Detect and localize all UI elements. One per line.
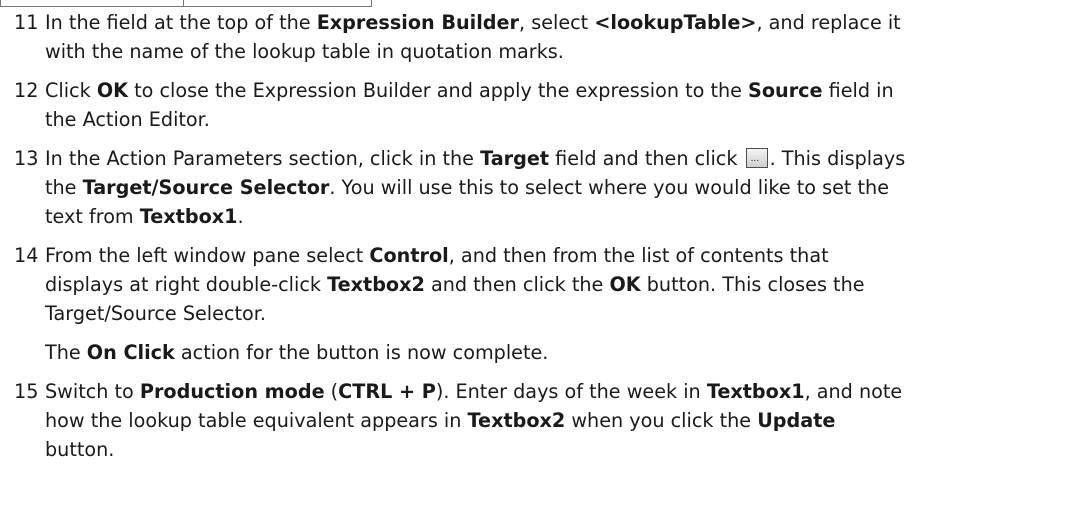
text-run: ). Enter days of the week in xyxy=(435,380,707,403)
step-text: In the Action Parameters section, click … xyxy=(45,144,1064,231)
text-run: In the Action Parameters section, click … xyxy=(45,147,481,170)
step-number: 12 xyxy=(14,79,39,102)
table-border-tick xyxy=(0,0,1,6)
step-text: Click OK to close the Expression Builder… xyxy=(45,76,1064,134)
text-run: action for the button is now complete. xyxy=(174,341,549,364)
bold-term: Textbox1 xyxy=(706,380,805,403)
bold-term: Production mode xyxy=(139,380,325,403)
step-item: 12 Click OK to close the Expression Build… xyxy=(14,76,1064,134)
text-run: to close the Expression Builder and appl… xyxy=(128,79,749,102)
bold-term: Control xyxy=(369,244,449,267)
text-run: Click xyxy=(45,79,97,102)
text-run: button. xyxy=(45,438,115,461)
bold-term: Textbox1 xyxy=(139,205,238,228)
ellipsis-label: ... xyxy=(750,154,760,164)
bold-term: On Click xyxy=(86,341,175,364)
bold-term: Textbox2 xyxy=(467,409,566,432)
bold-term: CTRL + P xyxy=(338,380,436,403)
table-border-tick xyxy=(371,0,372,6)
text-run: From the left window pane select xyxy=(45,244,370,267)
bold-term: Target xyxy=(480,147,550,170)
bold-term: OK xyxy=(609,273,641,296)
step-item: 15 Switch to Production mode (CTRL + P). … xyxy=(14,377,1064,464)
step-text: From the left window pane select Control… xyxy=(45,241,1064,328)
step-number: 13 xyxy=(14,147,39,170)
text-run: Switch to xyxy=(45,380,140,403)
instruction-steps: 11 In the field at the top of the Express… xyxy=(14,8,1064,474)
bold-term: OK xyxy=(96,79,129,102)
ellipsis-button-icon: ... xyxy=(745,148,768,168)
bold-term: Update xyxy=(757,409,836,432)
step-number: 14 xyxy=(14,244,39,267)
step-item: 14 From the left window pane select Contr… xyxy=(14,241,1064,328)
step-note: The On Click action for the button is no… xyxy=(45,338,1064,367)
bold-term: <lookupTable> xyxy=(594,11,757,34)
step-text: Switch to Production mode (CTRL + P). En… xyxy=(45,377,1064,464)
step-number: 11 xyxy=(14,11,39,34)
text-run: The xyxy=(45,341,87,364)
bold-term: Target/Source Selector xyxy=(82,176,330,199)
text-run: In the field at the top of the xyxy=(45,11,317,34)
text-run: field and then click xyxy=(549,147,744,170)
text-run: . xyxy=(237,205,244,228)
bold-term: Source xyxy=(748,79,823,102)
bold-term: Textbox2 xyxy=(327,273,425,296)
step-item: 11 In the field at the top of the Express… xyxy=(14,8,1064,66)
table-top-border xyxy=(0,0,372,7)
text-run: when you click the xyxy=(565,409,758,432)
step-number: 15 xyxy=(14,380,39,403)
text-run: and then click the xyxy=(424,273,610,296)
step-item: 13 In the Action Parameters section, clic… xyxy=(14,144,1064,231)
bold-term: Expression Builder xyxy=(316,11,519,34)
text-run: ( xyxy=(324,380,339,403)
step-text: In the field at the top of the Expressio… xyxy=(45,8,1064,66)
text-run: , select xyxy=(519,11,595,34)
table-border-tick xyxy=(183,0,184,6)
